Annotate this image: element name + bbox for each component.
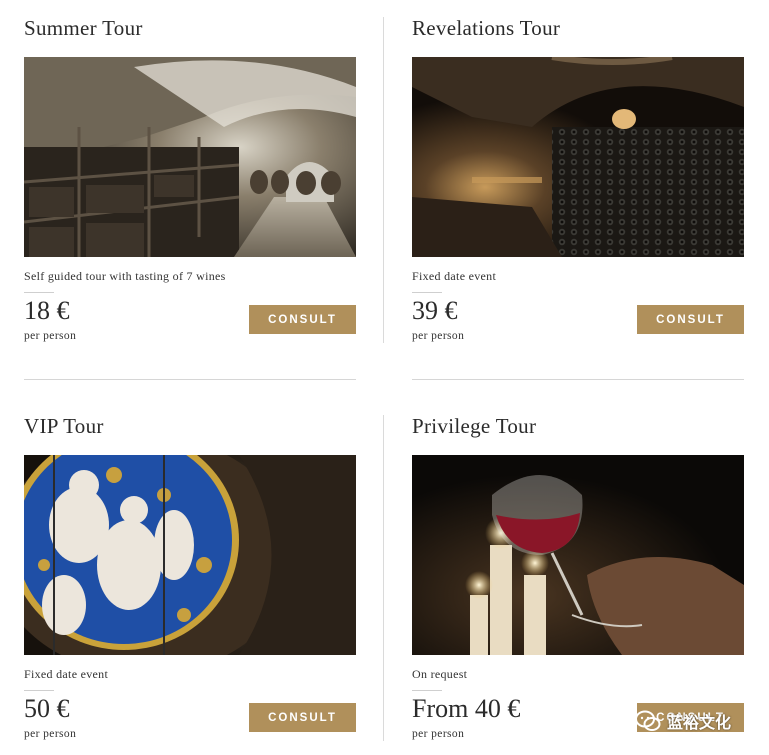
- price-rule: [24, 292, 54, 293]
- tour-card-privilege: Privilege Tour On request From 40 € per …: [412, 414, 744, 745]
- tour-description: Self guided tour with tasting of 7 wines: [24, 269, 226, 283]
- tour-price: 39 €: [412, 296, 458, 325]
- price-unit: per person: [24, 728, 77, 740]
- tour-description: Fixed date event: [412, 269, 497, 283]
- tour-title: Revelations Tour: [412, 16, 561, 40]
- consult-button[interactable]: CONSULT: [249, 305, 356, 334]
- tour-price: 50 €: [24, 694, 70, 723]
- tour-photo-stained-glass: [24, 455, 356, 655]
- price-unit: per person: [412, 330, 465, 342]
- row-divider-left: [24, 379, 356, 380]
- tour-card-revelations: Revelations Tour Fixed date event 39 € p…: [412, 16, 744, 347]
- tour-card-vip: VIP Tour Fixed date event 50 € per perso…: [24, 414, 356, 745]
- consult-button[interactable]: CONSULT: [637, 305, 744, 334]
- watermark: 蓝裕文化: [635, 706, 763, 736]
- wechat-icon: [635, 710, 661, 731]
- price-rule: [412, 690, 442, 691]
- tour-title: VIP Tour: [24, 414, 104, 438]
- price-unit: per person: [24, 330, 77, 342]
- tour-description: On request: [412, 667, 468, 681]
- tour-description: Fixed date event: [24, 667, 109, 681]
- tour-title: Summer Tour: [24, 16, 143, 40]
- tour-card-summer: Summer Tour Self guided tour with tastin…: [24, 16, 356, 347]
- tour-photo-cellar-corridor: [24, 57, 356, 257]
- tour-photo-wine-glass: [412, 455, 744, 655]
- consult-button[interactable]: CONSULT: [249, 703, 356, 732]
- price-rule: [412, 292, 442, 293]
- row-divider-right: [412, 379, 744, 380]
- tour-photo-bottle-cellar: [412, 57, 744, 257]
- tour-price: From 40 €: [412, 694, 521, 723]
- watermark-text: 蓝裕文化: [667, 713, 732, 732]
- price-unit: per person: [412, 728, 465, 740]
- tour-price: 18 €: [24, 296, 70, 325]
- tour-title: Privilege Tour: [412, 414, 537, 438]
- column-divider-top: [383, 17, 384, 343]
- price-rule: [24, 690, 54, 691]
- column-divider-bottom: [383, 415, 384, 741]
